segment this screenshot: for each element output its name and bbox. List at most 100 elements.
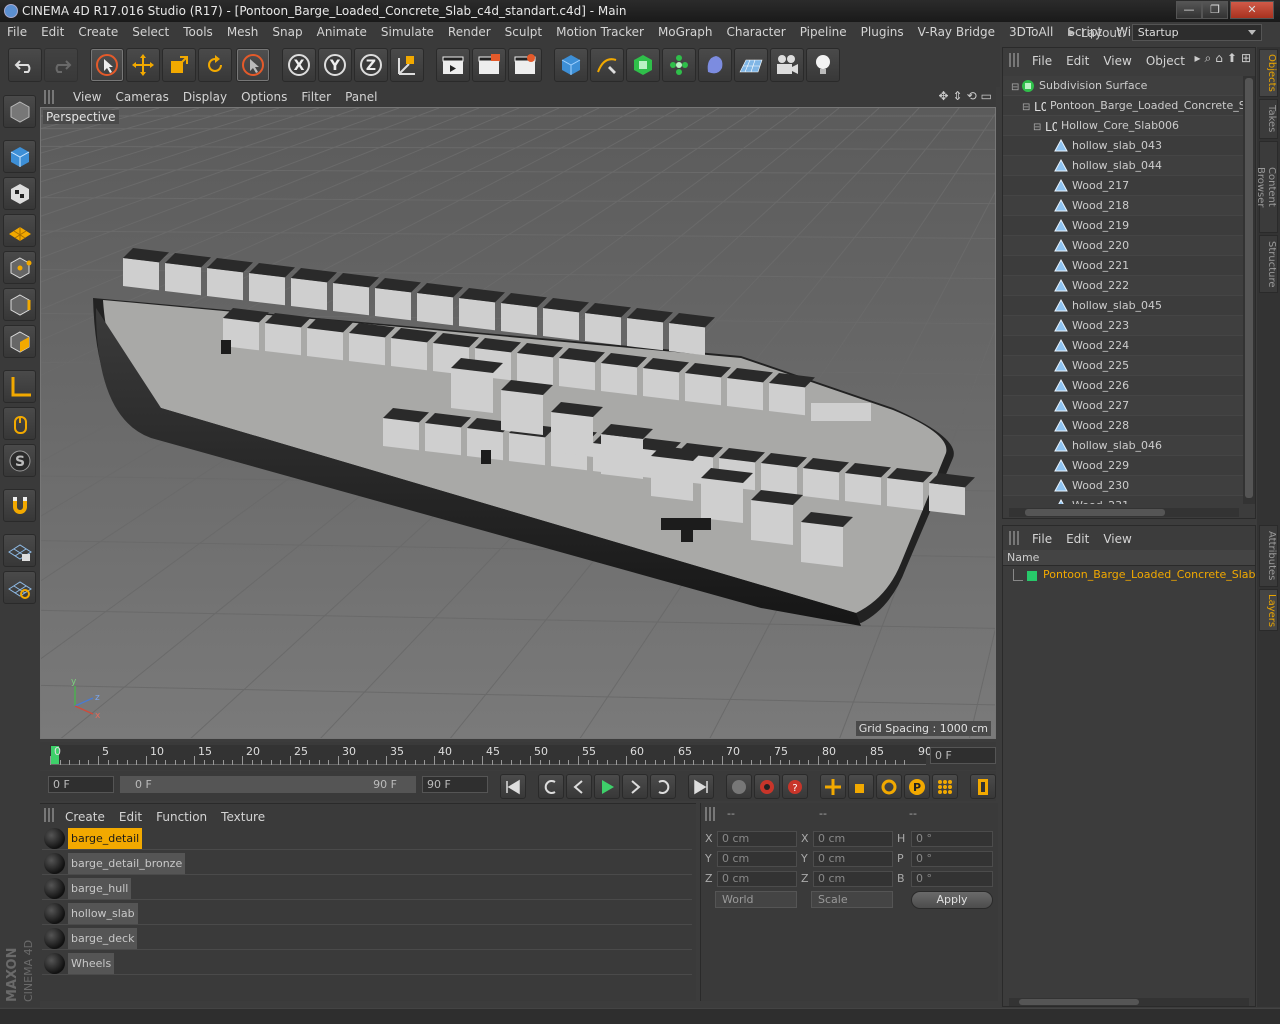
object-menu-object[interactable]: Object (1139, 51, 1192, 72)
recent-tool-button[interactable] (236, 48, 270, 82)
autokeying-button[interactable] (754, 774, 780, 799)
material-preview-icon[interactable] (44, 828, 65, 849)
layer-column-header[interactable]: Name (1003, 550, 1255, 566)
material-row[interactable]: barge_deck (42, 926, 692, 950)
object-name[interactable]: Wood_219 (1072, 216, 1129, 236)
perspective-viewport[interactable]: y z x Perspective Grid Spacing : 1000 cm (40, 107, 996, 739)
snapping-button[interactable] (3, 489, 36, 522)
object-row[interactable]: hollow_slab_044 (1003, 156, 1243, 176)
render-settings-button[interactable] (508, 48, 542, 82)
material-menu-edit[interactable]: Edit (112, 807, 149, 828)
material-name[interactable]: hollow_slab (68, 903, 138, 924)
scale-tool-button[interactable] (162, 48, 196, 82)
timeline-ruler[interactable]: 0 5 10 15 20 25 30 35 40 45 50 55 60 65 70 75 80 85 90 0 F (40, 742, 996, 770)
object-name[interactable]: Wood_223 (1072, 316, 1129, 336)
add-mograph-button[interactable] (662, 48, 696, 82)
material-row[interactable]: barge_detail_bronze (42, 851, 692, 875)
tweak-mode-button[interactable] (3, 407, 36, 440)
object-row[interactable]: Wood_229 (1003, 456, 1243, 476)
add-floor-button[interactable] (734, 48, 768, 82)
apply-button[interactable]: Apply (911, 891, 993, 909)
object-name[interactable]: Wood_220 (1072, 236, 1129, 256)
next-frame-button[interactable] (622, 774, 648, 799)
add-spline-button[interactable] (590, 48, 624, 82)
previous-frame-button[interactable] (566, 774, 592, 799)
collapse-icon[interactable]: ⊟ (1033, 118, 1041, 138)
up-arrow-icon[interactable]: ⬆ (1227, 51, 1237, 66)
layer-name[interactable]: Pontoon_Barge_Loaded_Concrete_Slab (1043, 568, 1256, 581)
object-name[interactable]: hollow_slab_043 (1072, 136, 1162, 156)
material-preview-icon[interactable] (44, 953, 65, 974)
menu-sculpt[interactable]: Sculpt (498, 22, 549, 43)
object-row[interactable]: ⊟ Subdivision Surface (1003, 76, 1243, 96)
workplane-mode-button[interactable] (3, 214, 36, 247)
menu-animate[interactable]: Animate (310, 22, 374, 43)
menu-create[interactable]: Create (71, 22, 125, 43)
object-row[interactable]: ⊟ L0 Hollow_Core_Slab006 (1003, 116, 1243, 136)
minimize-button[interactable]: — (1176, 1, 1202, 19)
object-row[interactable]: Wood_223 (1003, 316, 1243, 336)
coordinate-type-dropdown[interactable]: Scale (811, 891, 893, 908)
coord-value-field[interactable]: 0 cm (813, 831, 893, 847)
object-name[interactable]: Wood_226 (1072, 376, 1129, 396)
layer-menu-file[interactable]: File (1025, 529, 1059, 550)
tab-structure[interactable]: Structure (1259, 235, 1278, 293)
go-to-end-button[interactable] (688, 774, 714, 799)
menu-3dtoall[interactable]: 3DToAll (1002, 22, 1060, 43)
layer-row[interactable]: Pontoon_Barge_Loaded_Concrete_Slab (1003, 567, 1256, 585)
viewport-menu-display[interactable]: Display (176, 87, 234, 108)
material-name[interactable]: Wheels (68, 953, 115, 974)
viewport-menu-view[interactable]: View (66, 87, 108, 108)
object-row[interactable]: Wood_226 (1003, 376, 1243, 396)
make-editable-button[interactable] (3, 95, 36, 128)
x-axis-lock-button[interactable]: X (282, 48, 316, 82)
play-button[interactable] (594, 774, 620, 799)
scroll-thumb[interactable] (1025, 509, 1165, 516)
object-name[interactable]: Wood_222 (1072, 276, 1129, 296)
object-name[interactable]: Wood_227 (1072, 396, 1129, 416)
tab-content-browser[interactable]: Content Browser (1255, 141, 1278, 233)
home-icon[interactable]: ⌂ (1215, 51, 1223, 66)
polygons-mode-button[interactable] (3, 325, 36, 358)
material-row[interactable]: barge_detail (42, 826, 692, 850)
object-row[interactable]: Wood_228 (1003, 416, 1243, 436)
object-row[interactable]: ⊟ L0 Pontoon_Barge_Loaded_Concrete_Sla (1003, 96, 1243, 116)
scroll-thumb[interactable] (1245, 78, 1253, 498)
menu-tools[interactable]: Tools (176, 22, 220, 43)
viewport-zoom-icon[interactable]: ⇕ (953, 89, 963, 103)
object-name[interactable]: Wood_230 (1072, 476, 1129, 496)
layer-menu-edit[interactable]: Edit (1059, 529, 1096, 550)
scroll-thumb[interactable] (1019, 999, 1139, 1005)
solo-mode-button[interactable]: S (3, 444, 36, 477)
menu-mesh[interactable]: Mesh (220, 22, 266, 43)
planar-workplane-button[interactable] (3, 571, 36, 604)
material-menu-texture[interactable]: Texture (214, 807, 272, 828)
texture-mode-button[interactable] (3, 177, 36, 210)
menu-character[interactable]: Character (719, 22, 792, 43)
min-time-field[interactable]: 0 F (48, 776, 114, 793)
max-time-field[interactable]: 90 F (422, 776, 488, 793)
undo-button[interactable] (8, 48, 42, 82)
menu-more-arrow-icon[interactable]: ▸ (1194, 51, 1200, 66)
layout-dropdown[interactable]: Startup (1131, 24, 1262, 41)
object-row[interactable]: hollow_slab_043 (1003, 136, 1243, 156)
menu-motion-tracker[interactable]: Motion Tracker (549, 22, 651, 43)
add-cube-button[interactable] (554, 48, 588, 82)
maximize-button[interactable]: ❐ (1202, 1, 1228, 19)
material-name[interactable]: barge_hull (68, 878, 132, 899)
material-row[interactable]: hollow_slab (42, 901, 692, 925)
menu-simulate[interactable]: Simulate (374, 22, 441, 43)
record-keys-button[interactable] (726, 774, 752, 799)
object-name[interactable]: hollow_slab_046 (1072, 436, 1162, 456)
object-name[interactable]: Wood_231 (1072, 496, 1129, 504)
scale-key-button[interactable] (848, 774, 874, 799)
points-mode-button[interactable] (3, 251, 36, 284)
parameter-key-button[interactable]: P (904, 774, 930, 799)
menu-edit[interactable]: Edit (34, 22, 71, 43)
coord-value-field[interactable]: 0 ° (911, 871, 993, 887)
object-name[interactable]: Wood_229 (1072, 456, 1129, 476)
layer-hscroll[interactable] (1009, 998, 1249, 1006)
object-row[interactable]: Wood_218 (1003, 196, 1243, 216)
rotation-key-button[interactable] (876, 774, 902, 799)
go-to-start-button[interactable] (500, 774, 526, 799)
